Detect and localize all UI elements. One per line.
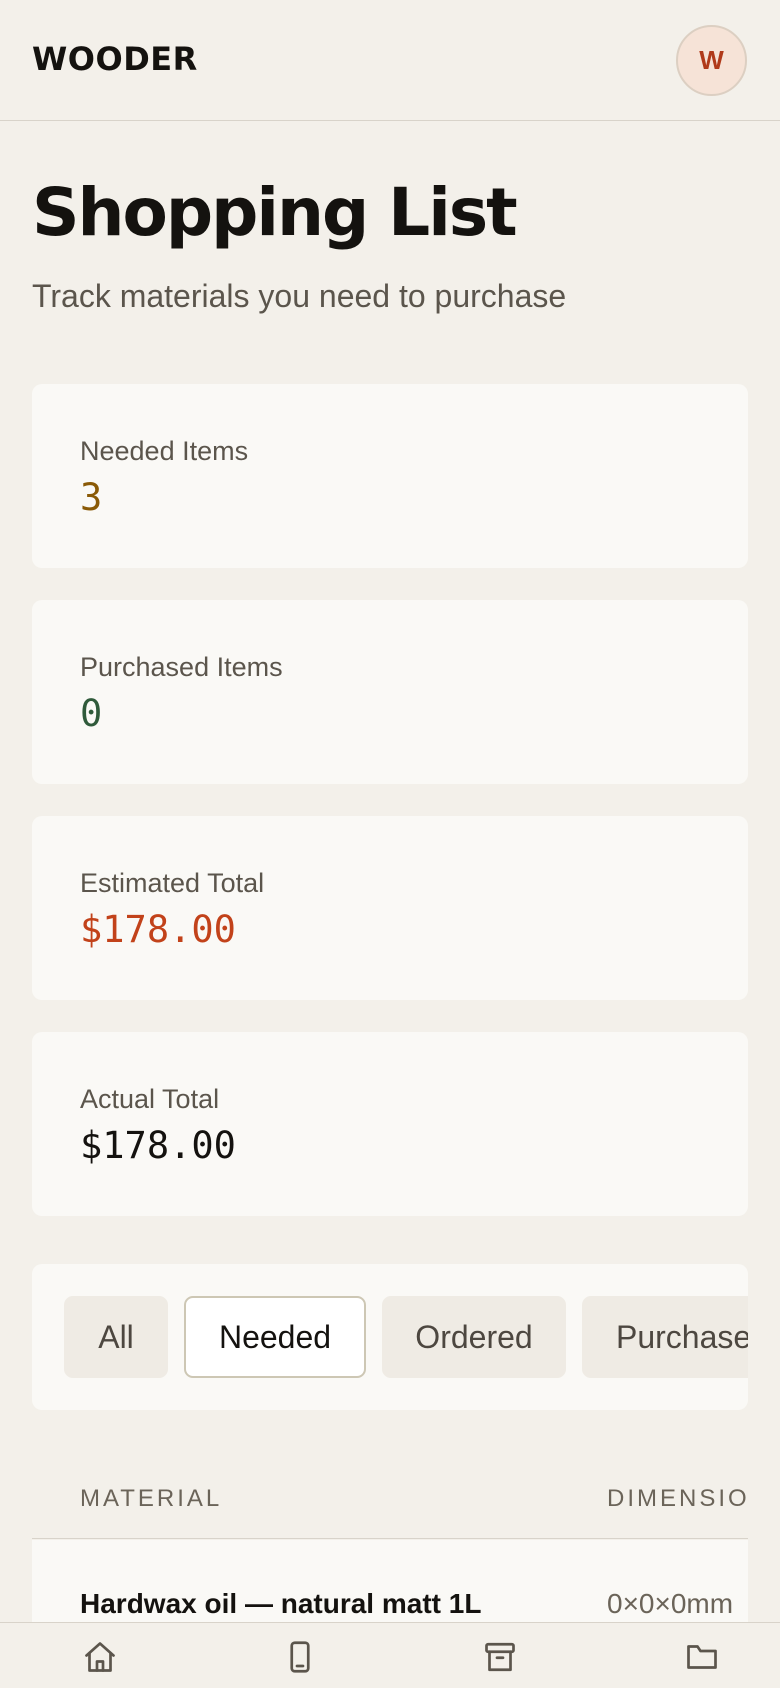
bottom-nav: [0, 1622, 780, 1688]
stat-label: Purchased Items: [80, 652, 283, 682]
nav-home[interactable]: [78, 1635, 122, 1679]
archive-icon: [485, 1642, 515, 1672]
top-bar: WOODER W: [0, 0, 780, 121]
stat-card-purchased: Purchased Items 0: [32, 600, 748, 784]
stat-value: $178.00: [80, 908, 236, 951]
stat-value: 3: [80, 476, 103, 519]
material-name: Hardwax oil — natural matt 1L: [80, 1588, 482, 1619]
stat-card-needed: Needed Items 3: [32, 384, 748, 568]
column-header-dimensions[interactable]: DIMENSION: [607, 1485, 748, 1513]
stat-value: 0: [80, 692, 103, 735]
stat-label: Needed Items: [80, 436, 249, 466]
nav-folders[interactable]: [680, 1635, 724, 1679]
stat-label: Actual Total: [80, 1084, 220, 1114]
phone-icon: [290, 1641, 310, 1673]
table-header: MATERIAL DIMENSION: [32, 1465, 748, 1539]
material-dimensions: 0×0×0mm: [607, 1588, 734, 1619]
page-subtitle: Track materials you need to purchase: [32, 278, 567, 314]
folder-icon: [687, 1645, 717, 1669]
stat-card-actual-total: Actual Total $178.00: [32, 1032, 748, 1216]
user-avatar[interactable]: W: [676, 25, 747, 96]
filter-tab-ordered[interactable]: Ordered: [382, 1296, 566, 1378]
nav-archive[interactable]: [478, 1635, 522, 1679]
filter-tab-needed[interactable]: Needed: [184, 1296, 366, 1378]
brand-logo[interactable]: WOODER: [32, 40, 198, 78]
page-title: Shopping List: [32, 174, 518, 251]
nav-devices[interactable]: [278, 1635, 322, 1679]
home-icon: [85, 1642, 115, 1672]
stat-value: $178.00: [80, 1124, 236, 1167]
stat-card-estimated-total: Estimated Total $178.00: [32, 816, 748, 1000]
stat-label: Estimated Total: [80, 868, 265, 898]
filter-tab-purchased[interactable]: Purchased: [582, 1296, 748, 1378]
column-header-material[interactable]: MATERIAL: [80, 1485, 222, 1513]
filter-tabs: All Needed Ordered Purchased: [32, 1264, 748, 1410]
filter-tab-all[interactable]: All: [64, 1296, 168, 1378]
